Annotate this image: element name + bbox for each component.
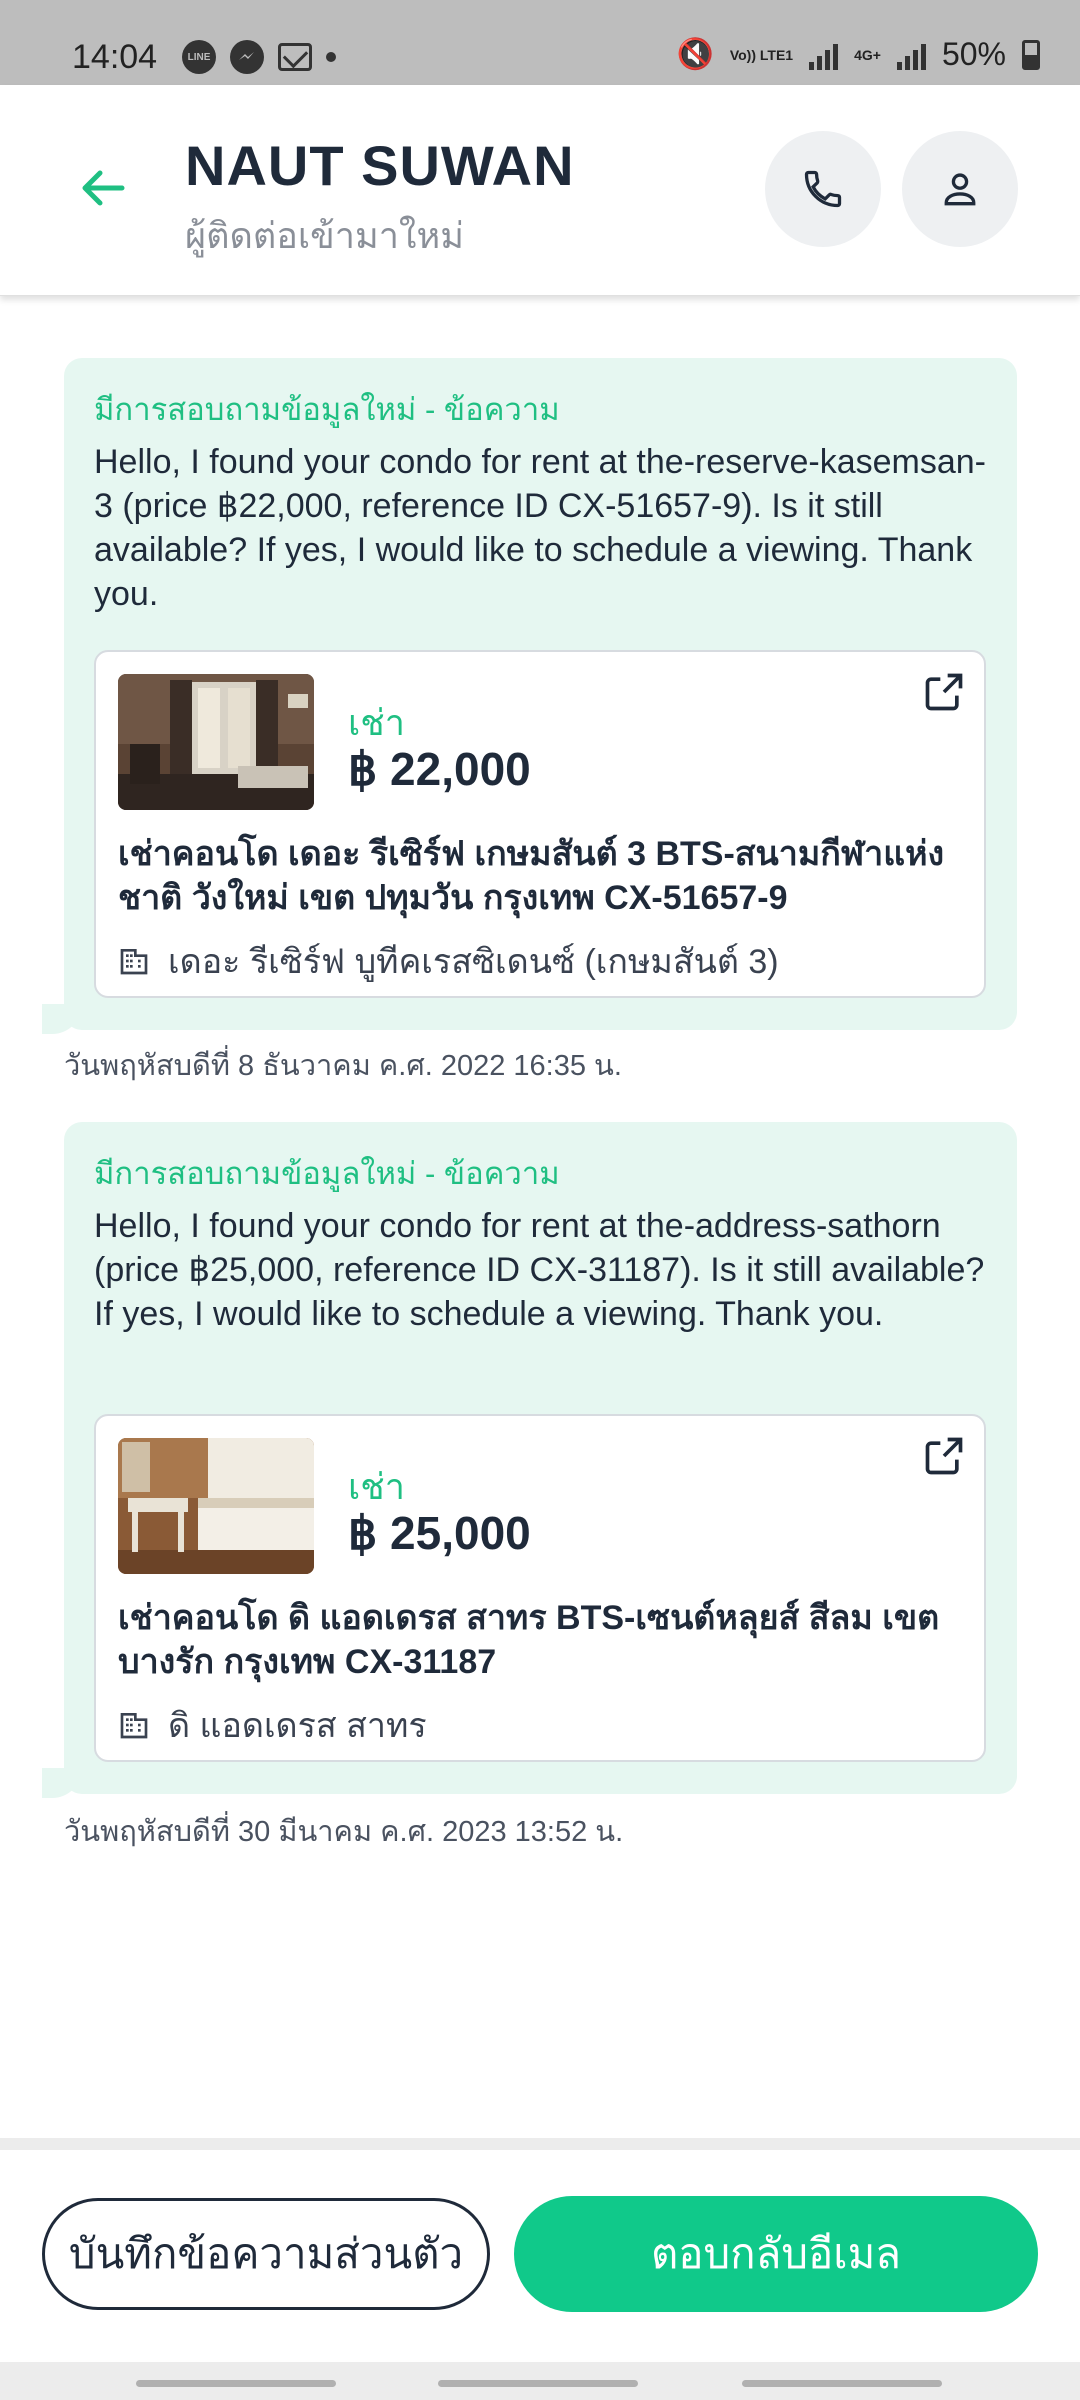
bubble-tail — [42, 1004, 82, 1034]
status-time: 14:04 — [72, 38, 158, 76]
person-icon — [944, 173, 976, 206]
message-label: มีการสอบถามข้อมูลใหม่ - ข้อความ — [94, 1156, 560, 1191]
building-icon — [120, 1713, 148, 1739]
gmail-icon — [278, 43, 312, 71]
message-label: มีการสอบถามข้อมูลใหม่ - ข้อความ — [94, 392, 560, 427]
profile-button[interactable] — [902, 131, 1018, 247]
listing-project-name: ดิ แอดเดรส สาทร — [168, 1707, 427, 1745]
signal-icon-2 — [896, 40, 926, 70]
listing-price: ฿ 25,000 — [348, 1507, 531, 1559]
listing-title: เช่าคอนโด ดิ แอดเดรส สาทร BTS-เซนต์หลุยส… — [118, 1599, 940, 1681]
network-label-4g: 4G+ — [854, 46, 881, 63]
listing-project: เดอะ รีเซิร์ฟ บูทีคเรสซิเดนซ์ (เกษมสันต์… — [118, 934, 779, 988]
contact-name: NAUT SUWAN — [185, 134, 575, 197]
listing-price: ฿ 22,000 — [348, 743, 531, 795]
network-label-lte: Vo)) LTE1 — [729, 46, 794, 63]
line-icon: LINE — [182, 40, 216, 74]
message-text: Hello, I found your condo for rent at th… — [94, 443, 986, 613]
status-notification-icons: LINE — [182, 40, 336, 74]
battery-icon — [1022, 39, 1040, 70]
nav-back-button[interactable] — [742, 2380, 942, 2387]
conversation-header: NAUT SUWAN ผู้ติดต่อเข้ามาใหม่ — [0, 85, 1080, 296]
more-notifications-dot — [326, 52, 336, 62]
contact-status: ผู้ติดต่อเข้ามาใหม่ — [185, 215, 464, 256]
nav-home-button[interactable] — [438, 2380, 638, 2387]
message-bubble: มีการสอบถามข้อมูลใหม่ - ข้อความ Hello, I… — [20, 1122, 1017, 1798]
listing-card[interactable]: เช่า ฿ 25,000 เช่าคอนโด ดิ แอดเดรส สาทร … — [94, 1414, 986, 1762]
reply-email-button[interactable]: ตอบกลับอีเมล — [514, 2196, 1038, 2312]
status-system-icons: 🔇 Vo)) LTE1 4G+ 50% — [676, 36, 1040, 73]
listing-title: เช่าคอนโด เดอะ รีเซิร์ฟ เกษมสันต์ 3 BTS-… — [118, 835, 945, 917]
listing-photo — [118, 1438, 314, 1574]
battery-percent: 50% — [941, 36, 1006, 72]
listing-card[interactable]: เช่า ฿ 22,000 เช่าคอนโด เดอะ รีเซิร์ฟ เก… — [94, 650, 986, 998]
message-timestamp: วันพฤหัสบดีที่ 8 ธันวาคม ค.ศ. 2022 16:35… — [64, 1050, 622, 1082]
phone-icon — [804, 170, 842, 208]
building-icon — [120, 949, 148, 975]
private-note-button[interactable]: บันทึกข้อความส่วนตัว — [42, 2198, 490, 2310]
open-external-icon[interactable] — [922, 670, 966, 714]
message-text: Hello, I found your condo for rent at th… — [94, 1207, 985, 1333]
open-external-icon[interactable] — [922, 1434, 966, 1478]
message-bubble: มีการสอบถามข้อมูลใหม่ - ข้อความ Hello, I… — [20, 358, 1017, 1034]
status-bar: 14:04 LINE 🔇 Vo)) LTE1 4G+ 50% — [0, 0, 1080, 85]
bubble-tail — [42, 1768, 82, 1798]
listing-project: ดิ แอดเดรส สาทร — [118, 1698, 427, 1752]
system-navigation-bar — [0, 2362, 1080, 2400]
signal-icon — [809, 40, 839, 70]
message-timestamp: วันพฤหัสบดีที่ 30 มีนาคม ค.ศ. 2023 13:52… — [64, 1816, 624, 1848]
listing-project-name: เดอะ รีเซิร์ฟ บูทีคเรสซิเดนซ์ (เกษมสันต์… — [168, 943, 779, 981]
bottom-divider — [0, 2138, 1080, 2150]
mute-icon: 🔇 — [676, 38, 714, 71]
call-button[interactable] — [765, 131, 881, 247]
listing-photo — [118, 674, 314, 810]
messenger-icon — [230, 40, 264, 74]
bottom-action-bar: บันทึกข้อความส่วนตัว ตอบกลับอีเมล — [0, 2150, 1080, 2362]
back-arrow-icon[interactable] — [78, 163, 128, 213]
nav-recents-button[interactable] — [136, 2380, 336, 2387]
